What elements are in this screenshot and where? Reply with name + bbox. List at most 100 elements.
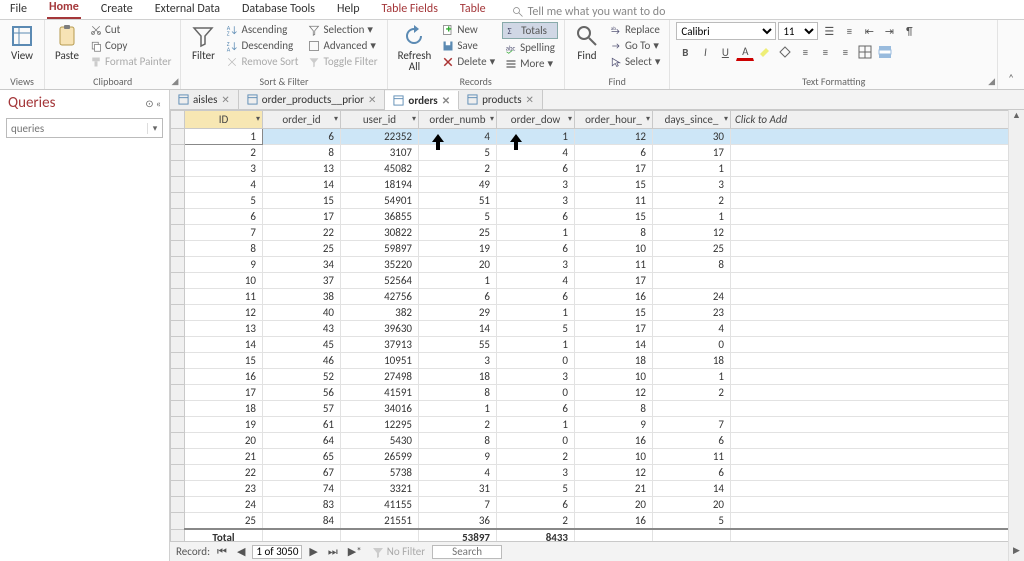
cell-empty[interactable] [731, 257, 1024, 273]
cell[interactable]: 19 [419, 241, 497, 257]
cell[interactable]: 21551 [341, 513, 419, 530]
cell[interactable]: 15 [575, 209, 653, 225]
cell[interactable]: 7 [653, 417, 731, 433]
column-dropdown-icon[interactable]: ▾ [568, 114, 572, 124]
table-row[interactable]: 237433213152114 [171, 481, 1024, 497]
cell-empty[interactable] [731, 513, 1024, 530]
row-selector[interactable] [171, 257, 185, 273]
totals-button[interactable]: ΣTotals [502, 22, 558, 39]
table-row[interactable]: 248341155762020 [171, 497, 1024, 513]
cell[interactable]: 12295 [341, 417, 419, 433]
cell[interactable]: 25 [263, 241, 341, 257]
table-row[interactable]: 51554901513112 [171, 193, 1024, 209]
cell[interactable]: 37 [263, 273, 341, 289]
font-select[interactable]: Calibri [676, 22, 776, 40]
cell[interactable]: 16 [575, 513, 653, 530]
underline-button[interactable]: U [716, 43, 734, 61]
cell[interactable]: 1 [497, 225, 575, 241]
row-selector[interactable] [171, 481, 185, 497]
row-selector[interactable] [171, 129, 185, 145]
cell[interactable]: 3 [497, 257, 575, 273]
cell[interactable]: 3 [497, 177, 575, 193]
row-selector[interactable] [171, 161, 185, 177]
cell[interactable]: 40 [263, 305, 341, 321]
format-painter-button[interactable]: Format Painter [87, 54, 174, 69]
clipboard-dialog-launcher[interactable]: ◢ [172, 76, 179, 87]
table-row[interactable]: 825598971961025 [171, 241, 1024, 257]
ascending-button[interactable]: AZAscending [223, 22, 301, 37]
cell[interactable]: 36855 [341, 209, 419, 225]
text-direction-button[interactable]: ¶ [900, 22, 918, 40]
cell[interactable]: 18 [419, 369, 497, 385]
table-row[interactable]: 17564159180122 [171, 385, 1024, 401]
filter-button[interactable]: Filter [187, 22, 219, 63]
table-row[interactable]: 41418194493153 [171, 177, 1024, 193]
close-tab-icon[interactable]: ✕ [526, 93, 534, 106]
cell[interactable]: 22352 [341, 129, 419, 145]
cell[interactable]: 0 [497, 433, 575, 449]
cell[interactable]: 20 [185, 433, 263, 449]
save-button[interactable]: Save [439, 38, 498, 53]
cell[interactable]: 6 [497, 161, 575, 177]
cell[interactable]: 14 [653, 481, 731, 497]
cell[interactable]: 5 [185, 193, 263, 209]
cell[interactable]: 17 [653, 145, 731, 161]
cell[interactable]: 2 [497, 513, 575, 530]
spelling-button[interactable]: abcSpelling [502, 40, 558, 55]
cell[interactable]: 17 [575, 321, 653, 337]
cell[interactable]: 5738 [341, 465, 419, 481]
row-selector[interactable] [171, 449, 185, 465]
cell[interactable]: 20 [575, 497, 653, 513]
scroll-up-button[interactable]: ▲ [1009, 110, 1024, 124]
cell[interactable]: 12 [575, 385, 653, 401]
collapse-ribbon-button[interactable]: ˄ [998, 68, 1024, 89]
row-selector[interactable] [171, 225, 185, 241]
cell[interactable]: 8 [575, 401, 653, 417]
table-row[interactable]: 6173685556151 [171, 209, 1024, 225]
cell[interactable]: 6 [185, 209, 263, 225]
row-selector[interactable] [171, 289, 185, 305]
column-dropdown-icon[interactable]: ▾ [412, 114, 416, 124]
align-left-button[interactable]: ≡ [796, 43, 814, 61]
cell-empty[interactable] [731, 353, 1024, 369]
cell[interactable]: 9 [185, 257, 263, 273]
cell[interactable]: 31 [419, 481, 497, 497]
cell[interactable]: 6 [575, 145, 653, 161]
cell[interactable]: 2 [419, 417, 497, 433]
cell[interactable]: 52 [263, 369, 341, 385]
copy-button[interactable]: Copy [87, 38, 174, 53]
cell[interactable]: 30 [653, 129, 731, 145]
cell[interactable]: 8 [185, 241, 263, 257]
table-row[interactable]: 134339630145174 [171, 321, 1024, 337]
bullets-button[interactable]: ☰ [820, 22, 838, 40]
cell[interactable]: 3 [419, 353, 497, 369]
cell[interactable]: 4 [497, 145, 575, 161]
cell[interactable]: 11 [185, 289, 263, 305]
cell[interactable]: 25 [185, 513, 263, 530]
cell[interactable]: 54901 [341, 193, 419, 209]
column-header-ID[interactable]: ID▾ [185, 111, 263, 129]
cell[interactable]: 2 [185, 145, 263, 161]
table-row[interactable]: 165227498183101 [171, 369, 1024, 385]
cell[interactable]: 15 [185, 353, 263, 369]
cell[interactable]: 67 [263, 465, 341, 481]
column-header-user_id[interactable]: user_id▾ [341, 111, 419, 129]
cell[interactable]: 7 [185, 225, 263, 241]
table-row[interactable]: 1961122952197 [171, 417, 1024, 433]
record-search-input[interactable] [432, 545, 502, 559]
record-position-input[interactable] [252, 545, 302, 559]
cell[interactable]: 15 [263, 193, 341, 209]
cell[interactable]: 14 [263, 177, 341, 193]
cell[interactable]: 25 [653, 241, 731, 257]
row-selector[interactable] [171, 145, 185, 161]
cell[interactable]: 56 [263, 385, 341, 401]
table-row[interactable]: 144537913551140 [171, 337, 1024, 353]
cell[interactable]: 23 [653, 305, 731, 321]
cell[interactable]: 1 [497, 129, 575, 145]
cell[interactable]: 45082 [341, 161, 419, 177]
cell[interactable]: 5 [419, 209, 497, 225]
cell[interactable]: 34016 [341, 401, 419, 417]
toggle-filter-button[interactable]: Toggle Filter [305, 54, 380, 69]
advanced-button[interactable]: Advanced ▾ [305, 38, 380, 53]
row-selector[interactable] [171, 385, 185, 401]
